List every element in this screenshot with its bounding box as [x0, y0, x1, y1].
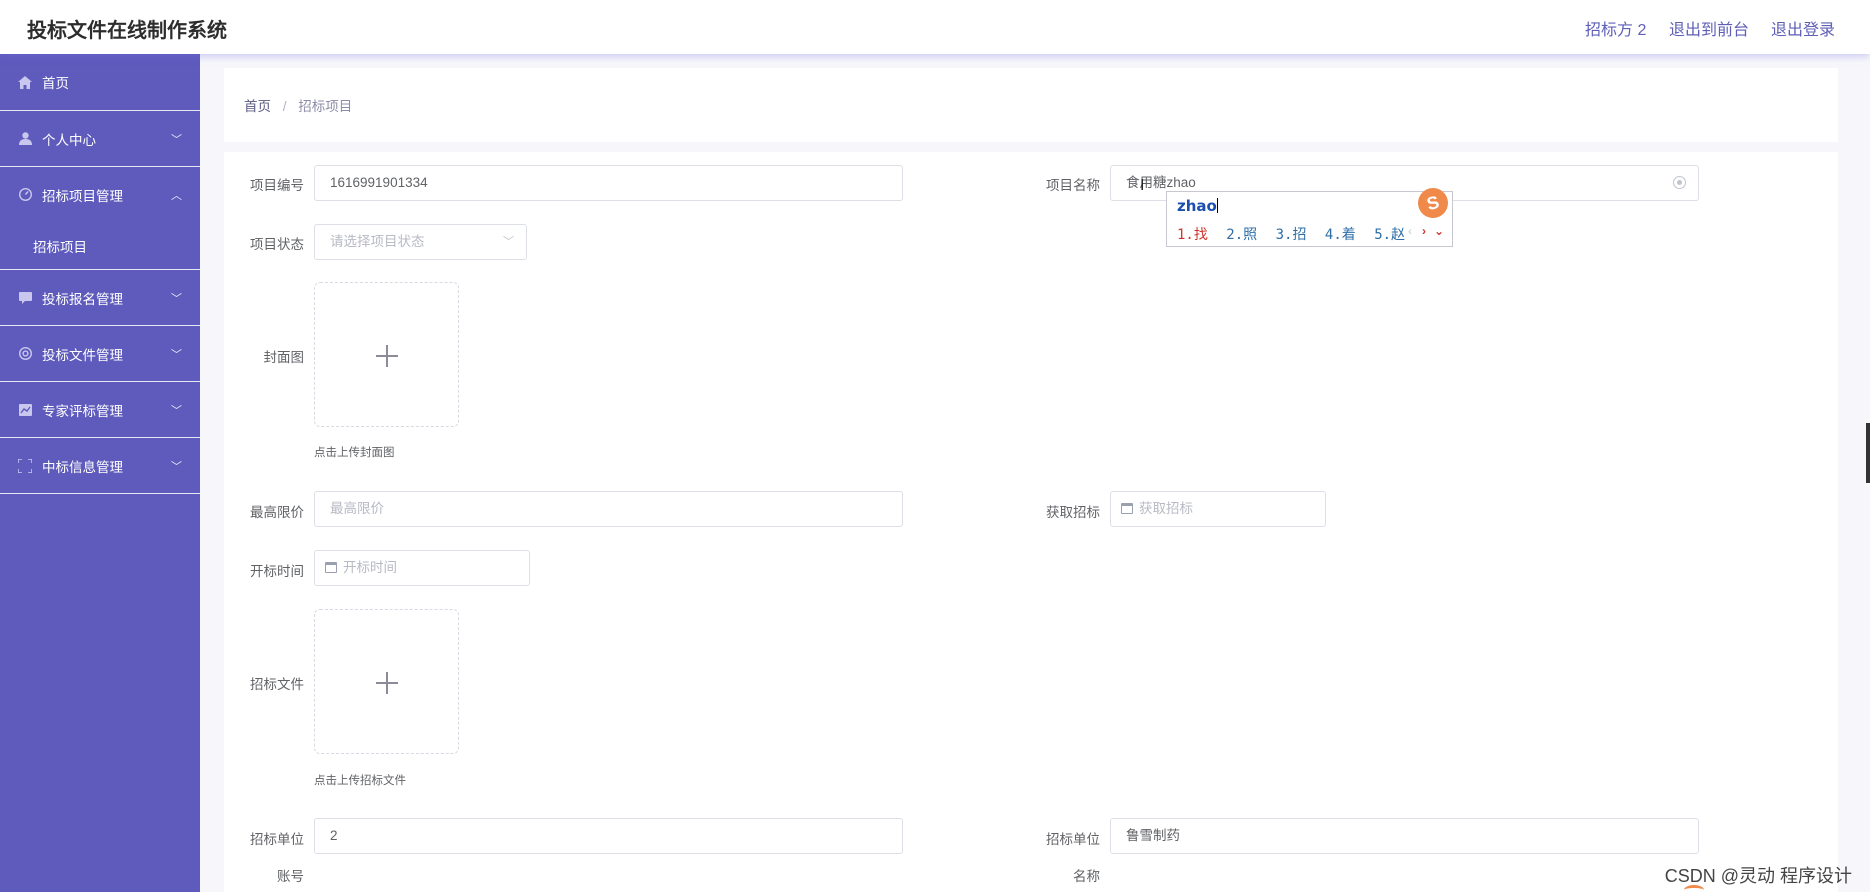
cover-upload[interactable]: [314, 282, 459, 427]
get-bid-label: 获取招标: [1046, 505, 1100, 520]
ime-candidate[interactable]: 1.找: [1177, 227, 1208, 243]
chevron-down-icon: ﹀: [503, 236, 514, 248]
chevron-up-icon: ︿: [171, 189, 182, 202]
sidebar-item-award-info[interactable]: 中标信息管理 ﹀: [0, 438, 200, 494]
chevron-left-icon[interactable]: ‹: [1408, 224, 1412, 238]
plus-icon-stroke: [386, 345, 388, 367]
project-status-select[interactable]: 请选择项目状态 ﹀: [314, 224, 527, 260]
cover-upload-hint: 点击上传封面图: [314, 447, 395, 459]
get-bid-datepicker[interactable]: 获取招标: [1110, 491, 1326, 527]
signup-icon: [18, 291, 32, 305]
project-name-label: 项目名称: [1046, 178, 1100, 193]
expand-icon[interactable]: ⌄: [1434, 224, 1444, 238]
bid-file-upload-hint: 点击上传招标文件: [314, 775, 406, 787]
project-form: 项目编号 1616991901334 项目名称 食用糖zhao 项目状态 请选择…: [224, 152, 1838, 892]
breadcrumb-current: 招标项目: [298, 99, 353, 114]
app-title: 投标文件在线制作系统: [27, 20, 227, 42]
back-to-frontend-link[interactable]: 退出到前台: [1669, 16, 1749, 40]
ime-pinyin: zhao: [1177, 197, 1218, 215]
unit-name-label-line2: 名称: [1073, 869, 1100, 884]
breadcrumb-home[interactable]: 首页: [244, 99, 271, 114]
max-price-input[interactable]: 最高限价: [314, 491, 903, 527]
chevron-down-icon: ﹀: [171, 404, 182, 417]
project-no-input[interactable]: 1616991901334: [314, 165, 903, 201]
sidebar-item-label: 个人中心: [42, 132, 96, 148]
sidebar-item-profile[interactable]: 个人中心 ﹀: [0, 111, 200, 167]
sidebar-item-document-management[interactable]: 投标文件管理 ﹀: [0, 326, 200, 382]
breadcrumb-card: 首页 / 招标项目: [224, 68, 1838, 142]
unit-name-input[interactable]: 鲁雪制药: [1110, 818, 1699, 854]
project-name-value: 食用糖zhao: [1126, 175, 1196, 190]
ime-pinyin-text: zhao: [1177, 197, 1217, 215]
plus-icon-stroke: [386, 672, 388, 694]
chevron-right-icon[interactable]: ›: [1422, 224, 1426, 238]
project-status-label: 项目状态: [250, 237, 304, 252]
sidebar-item-home[interactable]: 首页: [0, 54, 200, 111]
breadcrumb: 首页 / 招标项目: [244, 95, 352, 115]
ime-candidate-popup: zhao 1.找 2.照 3.招 4.着 5.赵 ‹ › ⌄ S: [1166, 184, 1453, 247]
text-caret: [1216, 198, 1218, 213]
unit-account-label-line2: 账号: [277, 869, 304, 884]
chevron-down-icon: ﹀: [171, 133, 182, 146]
calendar-icon: [325, 562, 337, 573]
user-icon: [18, 132, 32, 146]
open-time-placeholder: 开标时间: [343, 560, 397, 575]
breadcrumb-separator: /: [282, 99, 287, 114]
award-icon: [18, 458, 32, 473]
sidebar-subitem-bid-projects[interactable]: 招标项目: [0, 222, 200, 270]
ime-candidate[interactable]: 5.赵: [1374, 227, 1405, 243]
watermark-logo-icon: [1684, 885, 1704, 892]
bid-file-label: 招标文件: [250, 677, 304, 692]
max-price-placeholder: 最高限价: [330, 501, 384, 516]
sidebar-item-label: 中标信息管理: [42, 459, 123, 475]
ime-candidate[interactable]: 3.招: [1276, 227, 1307, 243]
ime-candidate-list: 1.找 2.照 3.招 4.着 5.赵: [1177, 224, 1415, 244]
get-bid-placeholder: 获取招标: [1139, 501, 1193, 516]
sidebar: 首页 个人中心 ﹀ 招标项目管理 ︿ 招标项目 投标报名管理 ﹀ 投标文件管理 …: [0, 54, 200, 892]
logout-link[interactable]: 退出登录: [1771, 16, 1835, 40]
calendar-icon: [1121, 503, 1133, 514]
sidebar-item-label: 投标文件管理: [42, 347, 123, 363]
sidebar-item-expert-review[interactable]: 专家评标管理 ﹀: [0, 382, 200, 438]
sidebar-item-label: 投标报名管理: [42, 291, 123, 307]
scrollbar-thumb[interactable]: [1866, 423, 1870, 483]
chevron-down-icon: ﹀: [171, 348, 182, 361]
sidebar-item-signup-management[interactable]: 投标报名管理 ﹀: [0, 270, 200, 326]
sidebar-item-label: 招标项目: [33, 239, 87, 255]
project-no-label: 项目编号: [250, 178, 304, 193]
chevron-down-icon: ﹀: [171, 292, 182, 305]
project-icon: [18, 188, 32, 202]
unit-name-label: 招标单位: [1046, 832, 1100, 847]
review-icon: [18, 403, 32, 417]
user-role-link[interactable]: 招标方 2: [1585, 16, 1646, 40]
document-icon: [18, 347, 32, 361]
sogou-logo-icon: S: [1414, 184, 1452, 222]
project-status-placeholder: 请选择项目状态: [330, 234, 425, 249]
sidebar-item-label: 专家评标管理: [42, 403, 123, 419]
bid-file-upload[interactable]: [314, 609, 459, 754]
clear-icon[interactable]: [1673, 176, 1686, 189]
open-time-datepicker[interactable]: 开标时间: [314, 550, 530, 586]
cover-label: 封面图: [263, 350, 305, 365]
home-icon: [18, 75, 32, 89]
max-price-label: 最高限价: [250, 505, 304, 520]
sidebar-item-project-management[interactable]: 招标项目管理 ︿: [0, 167, 200, 222]
open-time-label: 开标时间: [250, 564, 304, 579]
unit-account-label: 招标单位: [250, 832, 304, 847]
chevron-down-icon: ﹀: [171, 460, 182, 473]
ime-candidate[interactable]: 2.照: [1226, 227, 1257, 243]
top-header: 投标文件在线制作系统 招标方 2 退出到前台 退出登录: [0, 0, 1870, 54]
unit-account-input[interactable]: 2: [314, 818, 903, 854]
ime-candidate[interactable]: 4.着: [1325, 227, 1356, 243]
sidebar-item-label: 首页: [42, 76, 69, 91]
sidebar-item-label: 招标项目管理: [42, 188, 123, 204]
text-cursor-icon: I: [1140, 177, 1145, 194]
